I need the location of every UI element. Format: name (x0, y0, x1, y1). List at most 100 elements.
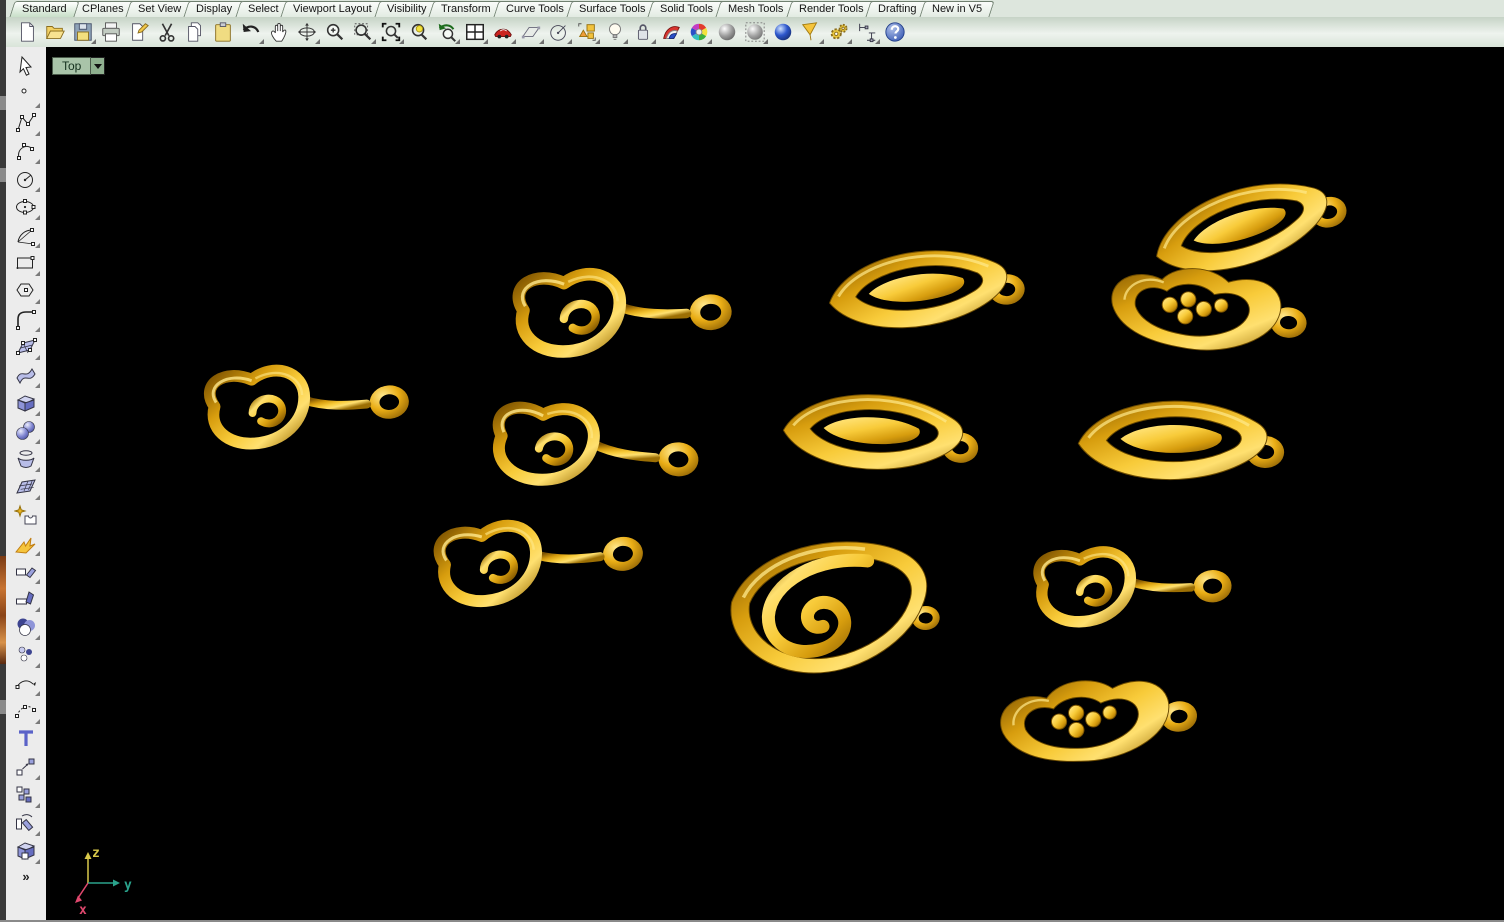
viewport-3d-scene[interactable]: z y x (46, 47, 1504, 920)
ellipse-icon[interactable] (14, 195, 38, 219)
rotate-objects-icon[interactable] (14, 811, 38, 835)
spheres-icon[interactable] (14, 419, 38, 443)
pendant-model[interactable] (1145, 164, 1353, 287)
pendant-model[interactable] (1077, 398, 1286, 484)
text-icon[interactable] (14, 727, 38, 751)
toolbar-grip (0, 168, 6, 182)
lock-icon[interactable] (630, 19, 656, 45)
pendant-model[interactable] (208, 359, 411, 447)
tab-transform[interactable]: Transform (429, 1, 504, 17)
boolean-difference-icon[interactable] (14, 839, 38, 863)
tab-label: New in V5 (932, 2, 982, 16)
tab-curve-tools[interactable]: Curve Tools (493, 1, 576, 17)
rotate-view-icon[interactable] (294, 19, 320, 45)
tab-label: Set View (138, 2, 181, 16)
toolbar-grip (0, 96, 6, 110)
polygon-icon[interactable] (14, 279, 38, 303)
cone-funnel-icon[interactable] (798, 19, 824, 45)
trim-icon[interactable] (14, 559, 38, 583)
color-wheel-icon[interactable] (686, 19, 712, 45)
extend-curve-icon[interactable] (14, 671, 38, 695)
axis-y-label: y (124, 878, 132, 893)
zoom-window-icon[interactable] (350, 19, 376, 45)
tab-surface-tools[interactable]: Surface Tools (566, 1, 658, 17)
puzzle-icon[interactable] (14, 503, 38, 527)
tab-label: Display (196, 2, 232, 16)
curve-icon[interactable] (14, 139, 38, 163)
mesh-icon[interactable] (14, 475, 38, 499)
tab-solid-tools[interactable]: Solid Tools (648, 1, 726, 17)
copy-objects-icon[interactable] (14, 783, 38, 807)
help-icon[interactable] (882, 19, 908, 45)
named-view-car-icon[interactable] (490, 19, 516, 45)
paste-icon[interactable] (210, 19, 236, 45)
split-icon[interactable] (14, 587, 38, 611)
pendant-model[interactable] (1109, 263, 1310, 357)
pendant-model[interactable] (728, 537, 943, 677)
tab-new-in-v5[interactable]: New in V5 (919, 1, 994, 17)
select-cursor-icon[interactable] (14, 55, 38, 79)
undo-icon[interactable] (238, 19, 264, 45)
tab-mesh-tools[interactable]: Mesh Tools (716, 1, 797, 17)
print-icon[interactable] (98, 19, 124, 45)
move-icon[interactable] (14, 755, 38, 779)
polyline-icon[interactable] (14, 111, 38, 135)
zoom-extents-icon[interactable] (378, 19, 404, 45)
pendant-model[interactable] (1038, 545, 1233, 624)
pendant-model[interactable] (437, 510, 646, 606)
docked-toolbar-edge (0, 0, 6, 922)
sidebar-more-tools[interactable]: » (22, 869, 29, 884)
circle-center-icon[interactable] (546, 19, 572, 45)
viewport-menu-dropdown[interactable] (91, 57, 105, 75)
tab-render-tools[interactable]: Render Tools (786, 1, 876, 17)
zoom-selected-icon[interactable] (406, 19, 432, 45)
revolve-icon[interactable] (14, 447, 38, 471)
viewport-title[interactable]: Top (52, 57, 91, 75)
point-icon[interactable] (14, 83, 38, 107)
tab-label: Surface Tools (579, 2, 645, 16)
points-group-icon[interactable] (14, 643, 38, 667)
pendant-model[interactable] (518, 267, 734, 354)
ghosted-sphere-icon[interactable] (742, 19, 768, 45)
tab-strip: StandardCPlanesSet ViewDisplaySelectView… (6, 0, 1504, 17)
options-gears-icon[interactable] (826, 19, 852, 45)
viewport-layout-icon[interactable] (462, 19, 488, 45)
layer-fan-icon[interactable] (658, 19, 684, 45)
save-icon[interactable] (70, 19, 96, 45)
lamp-icon[interactable] (602, 19, 628, 45)
pendant-model[interactable] (826, 243, 1027, 335)
axis-indicator: z y x (75, 846, 132, 918)
tab-label: Solid Tools (660, 2, 713, 16)
properties-page-icon[interactable] (126, 19, 152, 45)
pan-hand-icon[interactable] (266, 19, 292, 45)
tab-viewport-layout[interactable]: Viewport Layout (281, 1, 385, 17)
pendant-model[interactable] (495, 405, 701, 491)
tab-label: Drafting (878, 2, 917, 16)
undo-view-icon[interactable] (434, 19, 460, 45)
surface-cp-icon[interactable] (14, 335, 38, 359)
osnap-shapes-icon[interactable] (574, 19, 600, 45)
rectangle-icon[interactable] (14, 251, 38, 275)
pendant-model[interactable] (781, 387, 982, 479)
cut-icon[interactable] (154, 19, 180, 45)
explode-icon[interactable] (14, 531, 38, 555)
open-folder-icon[interactable] (42, 19, 68, 45)
copy-icon[interactable] (182, 19, 208, 45)
box-icon[interactable] (14, 391, 38, 415)
fillet-curve-icon[interactable] (14, 307, 38, 331)
curved-surface-icon[interactable] (14, 363, 38, 387)
zoom-in-icon[interactable] (322, 19, 348, 45)
tab-standard[interactable]: Standard (9, 1, 79, 17)
dimension-icon[interactable] (854, 19, 880, 45)
rebuild-curve-icon[interactable] (14, 699, 38, 723)
circle-icon[interactable] (14, 167, 38, 191)
arc-icon[interactable] (14, 223, 38, 247)
pendant-model[interactable] (997, 667, 1201, 771)
rendered-sphere-icon[interactable] (770, 19, 796, 45)
boolean-union-icon[interactable] (14, 615, 38, 639)
shaded-sphere-icon[interactable] (714, 19, 740, 45)
cplane-icon[interactable] (518, 19, 544, 45)
viewport-canvas[interactable]: Top (46, 47, 1504, 920)
tab-label: Standard (22, 2, 67, 16)
new-document-icon[interactable] (14, 19, 40, 45)
